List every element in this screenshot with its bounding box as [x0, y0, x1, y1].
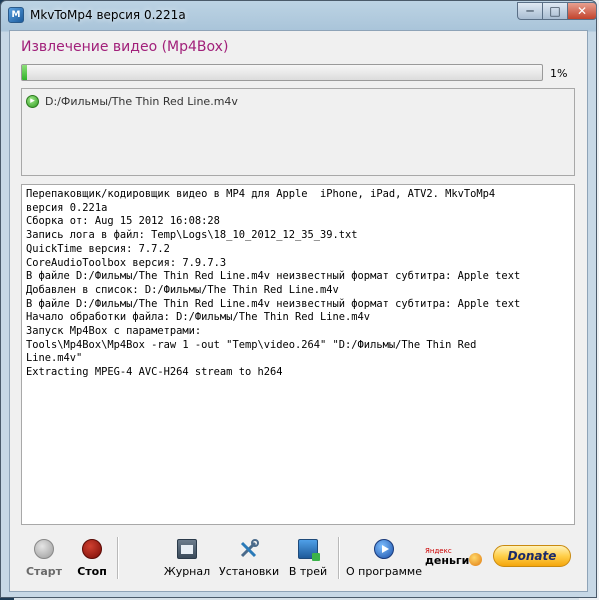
- about-label: О программе: [346, 565, 422, 578]
- log-line: Добавлен в список: D:/Фильмы/The Thin Re…: [26, 283, 339, 296]
- file-list[interactable]: ▸ D:/Фильмы/The Thin Red Line.m4v: [21, 88, 575, 176]
- tray-icon: [298, 539, 320, 561]
- app-icon: M: [8, 7, 24, 23]
- log-line: В файле D:/Фильмы/The Thin Red Line.m4v …: [26, 297, 521, 310]
- journal-button[interactable]: Журнал: [157, 539, 217, 578]
- toolbar-divider: [338, 537, 340, 579]
- log-line: Сборка от: Aug 15 2012 16:08:28: [26, 215, 220, 228]
- log-line: Перепаковщик/кодировщик видео в MP4 для …: [26, 188, 496, 200]
- log-line: В файле D:/Фильмы/The Thin Red Line.m4v …: [26, 270, 521, 283]
- client-area: Извлечение видео (Mp4Box) 1% ▸ D:/Фильмы…: [9, 30, 588, 592]
- start-icon: [34, 539, 54, 559]
- log-line: Запуск Mp4Box с параметрами:: [26, 325, 202, 338]
- journal-icon: [177, 539, 197, 559]
- stop-button[interactable]: Стоп: [62, 539, 122, 578]
- log-line: Extracting MPEG-4 AVC-H264 stream to h26…: [26, 366, 283, 379]
- log-line: Tools\Mp4Box\Mp4Box -raw 1 -out "Temp\vi…: [26, 338, 477, 351]
- close-button[interactable]: ✕: [567, 2, 597, 20]
- log-line: QuickTime версия: 7.7.2: [26, 242, 170, 255]
- journal-label: Журнал: [163, 565, 211, 578]
- toolbar: Старт Стоп Журнал Установки В трей О про…: [10, 531, 587, 591]
- file-name: D:/Фильмы/The Thin Red Line.m4v: [45, 94, 238, 108]
- about-icon: [374, 539, 394, 559]
- settings-button[interactable]: Установки: [219, 539, 279, 578]
- tools-icon: [239, 539, 259, 559]
- tray-label: В трей: [288, 565, 328, 578]
- progress-percent: 1%: [550, 67, 568, 80]
- operation-title: Извлечение видео (Mp4Box): [21, 39, 229, 55]
- app-window: M MkvToMp4 версия 0.221a ─ □ ✕ Извлечени…: [0, 0, 597, 598]
- maximize-button[interactable]: □: [542, 2, 568, 20]
- log-line: Запись лога в файл: Temp\Logs\18_10_2012…: [26, 229, 358, 242]
- minimize-button[interactable]: ─: [517, 2, 543, 20]
- yandex-money-button[interactable]: Яндекс деньги: [425, 547, 485, 567]
- coin-icon: [469, 553, 482, 566]
- stop-label: Стоп: [77, 565, 107, 578]
- log-line: версия 0.221a: [26, 201, 108, 214]
- window-title: MkvToMp4 версия 0.221a: [30, 8, 186, 22]
- donate-button[interactable]: Donate: [493, 545, 571, 567]
- toolbar-divider: [117, 537, 119, 579]
- log-output[interactable]: Перепаковщик/кодировщик видео в MP4 для …: [21, 184, 575, 525]
- progress-bar: [21, 64, 543, 81]
- play-circle-icon: ▸: [26, 94, 39, 108]
- progress-fill: [22, 65, 28, 80]
- about-button[interactable]: О программе: [345, 539, 423, 578]
- log-line: CoreAudioToolbox версия: 7.9.7.3: [26, 256, 227, 269]
- settings-label: Установки: [219, 565, 280, 578]
- list-item[interactable]: ▸ D:/Фильмы/The Thin Red Line.m4v: [26, 93, 238, 109]
- tray-button[interactable]: В трей: [278, 539, 338, 578]
- stop-icon: [82, 539, 102, 559]
- title-bar[interactable]: M MkvToMp4 версия 0.221a ─ □ ✕: [1, 1, 597, 29]
- log-line: Начало обработки файла: D:/Фильмы/The Th…: [26, 311, 371, 324]
- log-line: Line.m4v": [26, 352, 83, 365]
